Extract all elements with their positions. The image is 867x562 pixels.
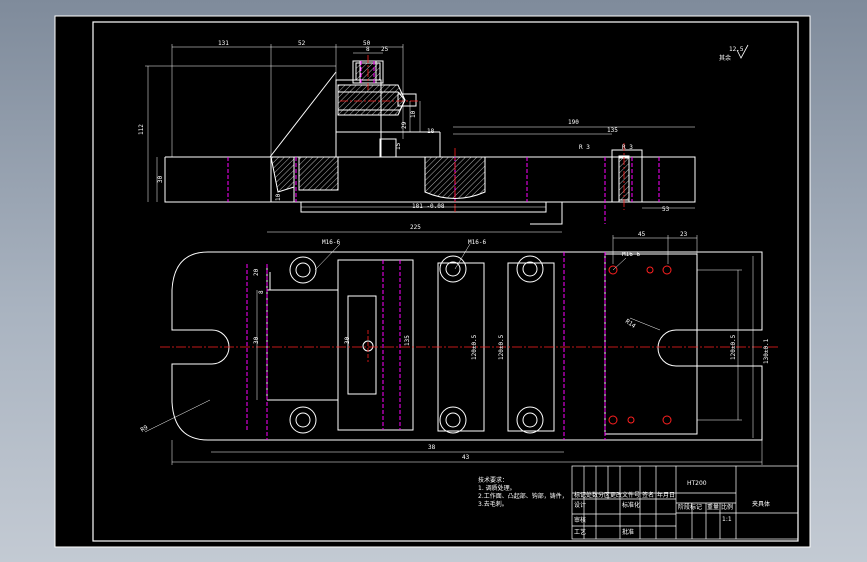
svg-text:45: 45 xyxy=(638,231,646,238)
svg-text:25: 25 xyxy=(381,46,389,53)
svg-text:131: 131 xyxy=(218,40,229,47)
svg-text:批准: 批准 xyxy=(622,528,634,536)
svg-text:设计: 设计 xyxy=(574,501,586,509)
svg-text:比例: 比例 xyxy=(721,503,733,511)
svg-text:R 3: R 3 xyxy=(622,144,633,151)
svg-text:其余: 其余 xyxy=(719,54,731,62)
svg-text:53: 53 xyxy=(662,206,670,213)
svg-text:处数: 处数 xyxy=(586,491,598,499)
svg-text:HT200: HT200 xyxy=(687,480,707,487)
svg-text:签名: 签名 xyxy=(642,491,654,499)
svg-text:8: 8 xyxy=(366,46,370,53)
svg-text:190: 190 xyxy=(568,119,579,126)
svg-text:30: 30 xyxy=(157,175,164,183)
svg-text:标准化: 标准化 xyxy=(622,501,640,509)
svg-text:181 -0.08: 181 -0.08 xyxy=(412,203,445,210)
svg-text:夹具体: 夹具体 xyxy=(752,500,770,508)
svg-text:M16-6: M16-6 xyxy=(622,251,640,258)
svg-text:更改文件号: 更改文件号 xyxy=(610,491,640,499)
svg-text:120±0.5: 120±0.5 xyxy=(471,334,478,360)
svg-text:23: 23 xyxy=(680,231,688,238)
svg-text:52: 52 xyxy=(298,40,306,47)
svg-text:8: 8 xyxy=(258,290,265,294)
svg-text:审核: 审核 xyxy=(574,516,586,524)
svg-text:43: 43 xyxy=(462,454,470,461)
svg-text:15: 15 xyxy=(395,142,402,150)
svg-text:1:1: 1:1 xyxy=(722,516,732,523)
svg-text:重量: 重量 xyxy=(707,503,719,511)
svg-text:10: 10 xyxy=(410,110,417,118)
svg-text:R 3: R 3 xyxy=(579,144,590,151)
drawing-canvas[interactable]: 12.5 其余 131 52 50 8 25 112 30 10 18 29 1… xyxy=(0,0,867,562)
svg-text:12.5: 12.5 xyxy=(729,46,744,53)
svg-text:M16-6: M16-6 xyxy=(322,239,340,246)
svg-text:M16-6: M16-6 xyxy=(468,239,486,246)
svg-text:30: 30 xyxy=(253,336,260,344)
svg-text:年月日: 年月日 xyxy=(657,491,675,499)
svg-text:10: 10 xyxy=(275,193,282,201)
svg-text:1. 调质处理。: 1. 调质处理。 xyxy=(478,484,516,492)
svg-text:112: 112 xyxy=(138,124,145,135)
svg-text:20: 20 xyxy=(253,268,260,276)
svg-text:阶段标记: 阶段标记 xyxy=(678,503,702,511)
svg-text:分区: 分区 xyxy=(598,491,610,499)
svg-text:工艺: 工艺 xyxy=(574,528,586,536)
svg-text:130±0.1: 130±0.1 xyxy=(763,338,770,364)
svg-text:30: 30 xyxy=(344,336,351,344)
svg-text:225: 225 xyxy=(410,224,421,231)
svg-text:标记: 标记 xyxy=(574,491,586,499)
svg-text:29: 29 xyxy=(401,121,408,129)
svg-text:18: 18 xyxy=(427,128,435,135)
svg-text:120±0.5: 120±0.5 xyxy=(730,334,737,360)
svg-text:技术要求：: 技术要求： xyxy=(478,476,508,484)
svg-text:135: 135 xyxy=(404,335,411,346)
svg-text:3.去毛刺。: 3.去毛刺。 xyxy=(478,500,508,508)
svg-text:135: 135 xyxy=(607,127,618,134)
svg-text:120±0.5: 120±0.5 xyxy=(498,334,505,360)
svg-text:38: 38 xyxy=(428,444,436,451)
svg-text:2.工作面、凸起部、钩部，铸件，: 2.工作面、凸起部、钩部，铸件， xyxy=(478,492,568,500)
